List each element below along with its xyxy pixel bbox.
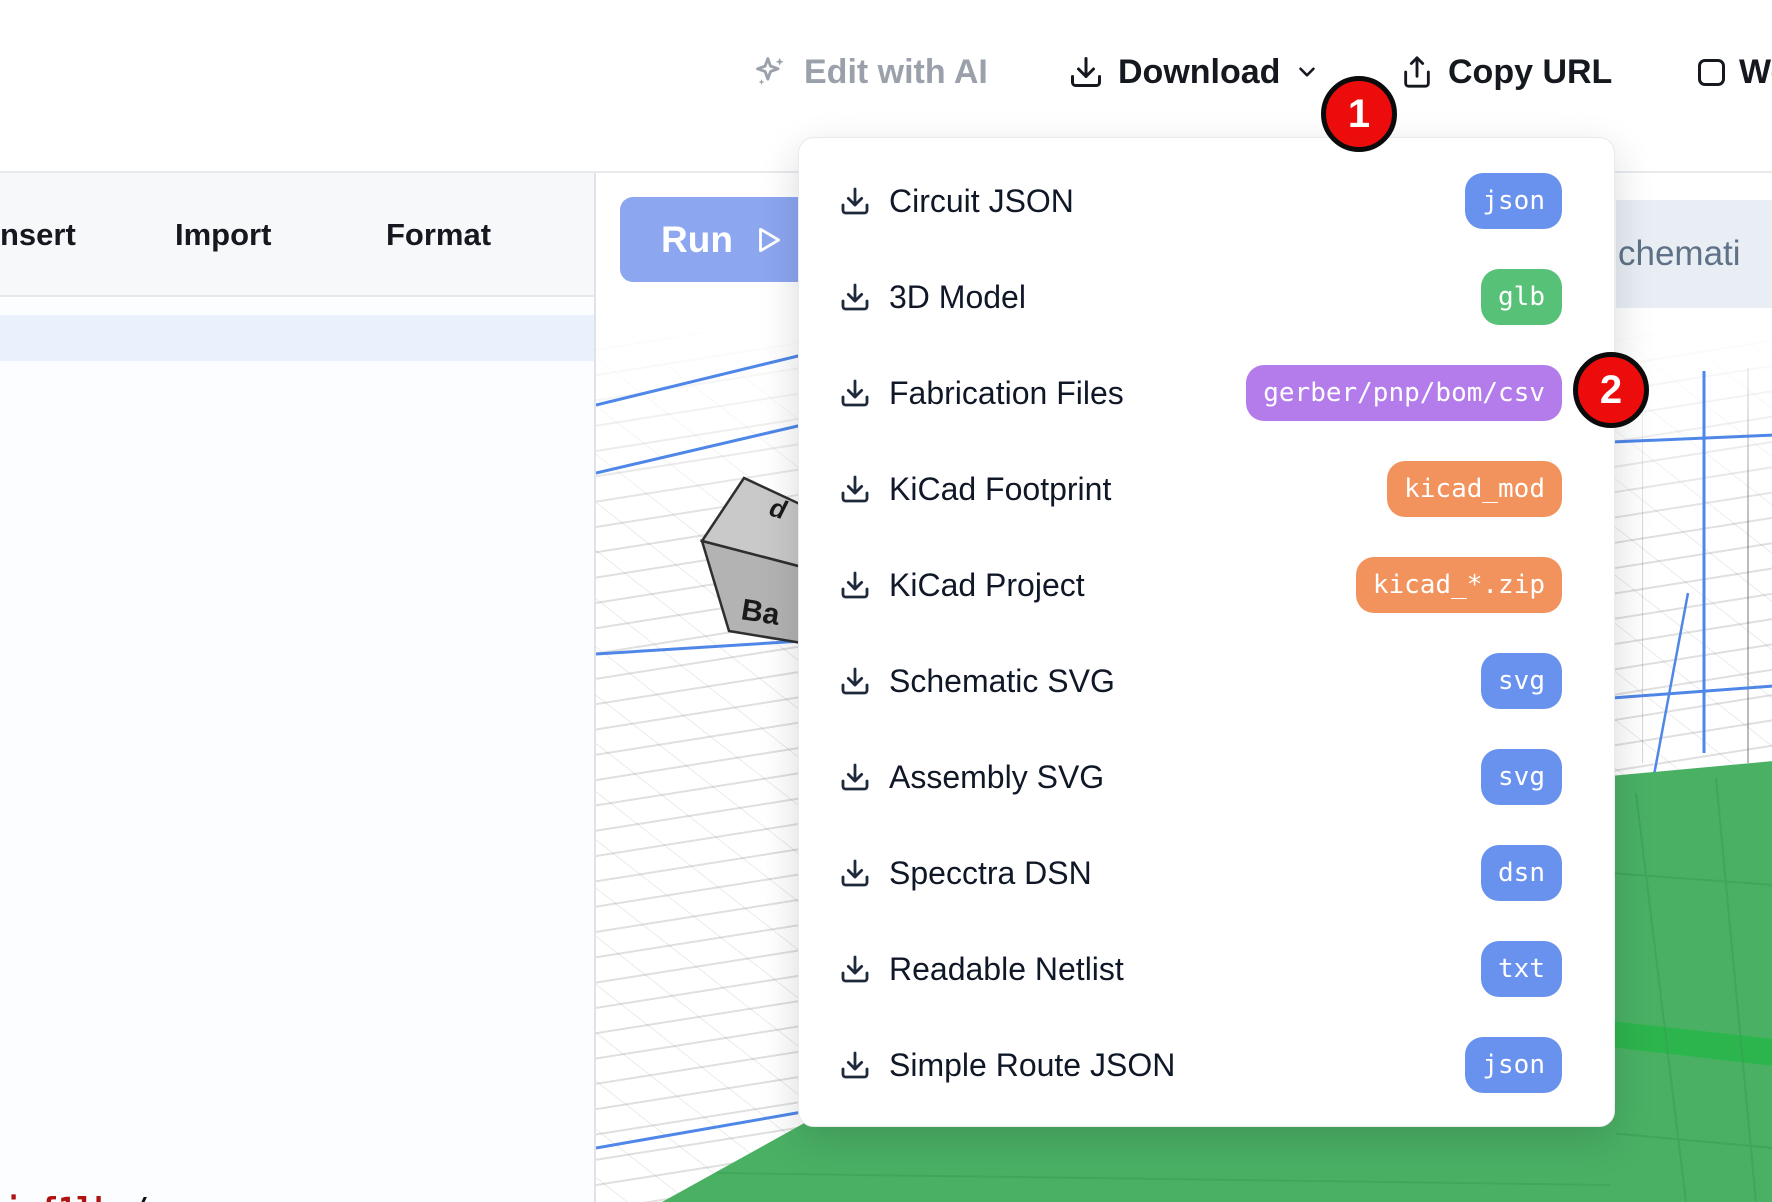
share-icon: [1400, 55, 1434, 89]
format-badge: json: [1465, 173, 1562, 229]
app-window: d Ba Run chemati Edit with AI Dow: [0, 0, 1772, 1202]
ground-plane-bottom: [662, 1121, 1616, 1202]
format-badge: txt: [1481, 941, 1562, 997]
download-menu-item[interactable]: Circuit JSON json: [799, 153, 1614, 249]
download-icon: [839, 185, 871, 217]
download-item-label: KiCad Project: [889, 567, 1085, 604]
webview-toggle[interactable]: We: [1698, 46, 1772, 98]
menu-import[interactable]: Import: [175, 173, 271, 297]
download-icon: [839, 1049, 871, 1081]
run-label: Run: [661, 219, 733, 261]
download-item-label: Specctra DSN: [889, 855, 1092, 892]
run-button[interactable]: Run: [620, 197, 824, 282]
download-menu-item[interactable]: Readable Netlist txt: [799, 921, 1614, 1017]
download-item-label: KiCad Footprint: [889, 471, 1111, 508]
format-badge: gerber/pnp/bom/csv: [1246, 365, 1562, 421]
code-editor[interactable]: i f1lb /: [0, 299, 594, 1202]
menu-insert[interactable]: nsert: [0, 173, 76, 297]
edit-with-ai-label: Edit with AI: [804, 53, 988, 92]
download-menu-item[interactable]: Specctra DSN dsn: [799, 825, 1614, 921]
editor-code-fragment: i f1lb /: [4, 1192, 149, 1202]
download-label: Download: [1118, 53, 1280, 92]
download-menu-item[interactable]: KiCad Footprint kicad_mod: [799, 441, 1614, 537]
play-icon: [753, 225, 783, 255]
format-badge: svg: [1481, 653, 1562, 709]
download-item-label: Readable Netlist: [889, 951, 1124, 988]
download-menu-item[interactable]: Simple Route JSON json: [799, 1017, 1614, 1113]
download-icon: [839, 953, 871, 985]
download-button[interactable]: Download: [1068, 46, 1320, 98]
download-icon: [839, 473, 871, 505]
format-badge: dsn: [1481, 845, 1562, 901]
download-icon: [839, 377, 871, 409]
editor-highlight-row: [0, 315, 594, 361]
download-item-label: Simple Route JSON: [889, 1047, 1175, 1084]
download-item-label: 3D Model: [889, 279, 1026, 316]
format-badge: kicad_mod: [1387, 461, 1562, 517]
download-menu-item[interactable]: Assembly SVG svg: [799, 729, 1614, 825]
pcb-3d-board: d Ba: [702, 478, 802, 643]
tab-schematic-label: chemati: [1618, 234, 1741, 274]
download-dropdown-menu: Circuit JSON json 3D Model glb Fabricati…: [798, 137, 1615, 1127]
copy-url-button[interactable]: Copy URL: [1400, 46, 1612, 98]
download-icon: [839, 569, 871, 601]
sparkles-icon: [752, 53, 790, 91]
download-menu-item[interactable]: Schematic SVG svg: [799, 633, 1614, 729]
download-item-label: Schematic SVG: [889, 663, 1115, 700]
download-item-label: Assembly SVG: [889, 759, 1104, 796]
download-icon: [839, 857, 871, 889]
webview-checkbox[interactable]: [1698, 59, 1725, 86]
annotation-step-2: 2: [1573, 352, 1649, 428]
editor-menubar: nsert Import Format: [0, 173, 594, 297]
download-item-label: Circuit JSON: [889, 183, 1074, 220]
tab-schematic[interactable]: chemati: [1616, 200, 1772, 308]
download-icon: [839, 665, 871, 697]
download-menu-item[interactable]: KiCad Project kicad_*.zip: [799, 537, 1614, 633]
download-menu-item[interactable]: Fabrication Files gerber/pnp/bom/csv: [799, 345, 1614, 441]
download-icon: [1068, 54, 1104, 90]
download-icon: [839, 281, 871, 313]
download-item-label: Fabrication Files: [889, 375, 1124, 412]
format-badge: kicad_*.zip: [1356, 557, 1562, 613]
format-badge: glb: [1481, 269, 1562, 325]
annotation-step-1: 1: [1321, 76, 1397, 152]
chevron-down-icon: [1294, 59, 1320, 85]
format-badge: svg: [1481, 749, 1562, 805]
board-front-label: Ba: [739, 593, 782, 632]
format-badge: json: [1465, 1037, 1562, 1093]
download-menu-item[interactable]: 3D Model glb: [799, 249, 1614, 345]
webview-label: We: [1739, 53, 1772, 92]
menu-format[interactable]: Format: [386, 173, 491, 297]
edit-with-ai-button[interactable]: Edit with AI: [752, 46, 988, 98]
download-icon: [839, 761, 871, 793]
copy-url-label: Copy URL: [1448, 53, 1612, 92]
